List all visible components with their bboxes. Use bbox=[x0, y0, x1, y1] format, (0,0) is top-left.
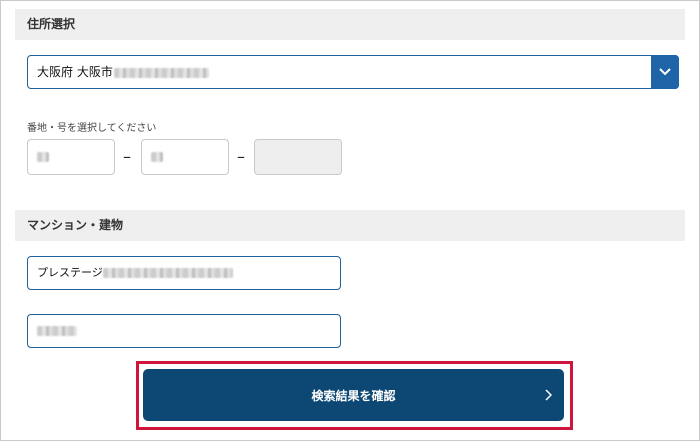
redacted-text bbox=[37, 326, 77, 336]
separator-dash: – bbox=[237, 147, 245, 166]
lot-number-input-1[interactable] bbox=[27, 139, 115, 175]
redacted-text bbox=[102, 268, 233, 278]
redacted-text bbox=[151, 152, 163, 162]
room-number-input[interactable] bbox=[27, 314, 341, 348]
address-section-title: 住所選択 bbox=[15, 9, 685, 40]
confirm-results-label: 検索結果を確認 bbox=[311, 388, 396, 403]
lot-number-input-2[interactable] bbox=[141, 139, 229, 175]
building-section-title: マンション・建物 bbox=[15, 210, 685, 241]
building-name-value: プレステージ bbox=[37, 257, 233, 289]
building-name-input[interactable]: プレステージ bbox=[27, 256, 341, 290]
confirm-results-button[interactable]: 検索結果を確認 bbox=[143, 369, 564, 421]
redacted-text bbox=[37, 152, 49, 162]
address-select-value: 大阪府 大阪市 bbox=[37, 56, 209, 88]
chevron-right-icon bbox=[544, 369, 552, 421]
dropdown-toggle-button[interactable] bbox=[651, 55, 679, 89]
address-select[interactable]: 大阪府 大阪市 bbox=[27, 55, 679, 89]
lot-number-input-3[interactable] bbox=[254, 139, 342, 175]
redacted-text bbox=[113, 67, 209, 78]
lot-number-hint: 番地・号を選択してください bbox=[27, 123, 157, 134]
separator-dash: – bbox=[123, 147, 131, 166]
chevron-down-icon bbox=[659, 68, 671, 76]
